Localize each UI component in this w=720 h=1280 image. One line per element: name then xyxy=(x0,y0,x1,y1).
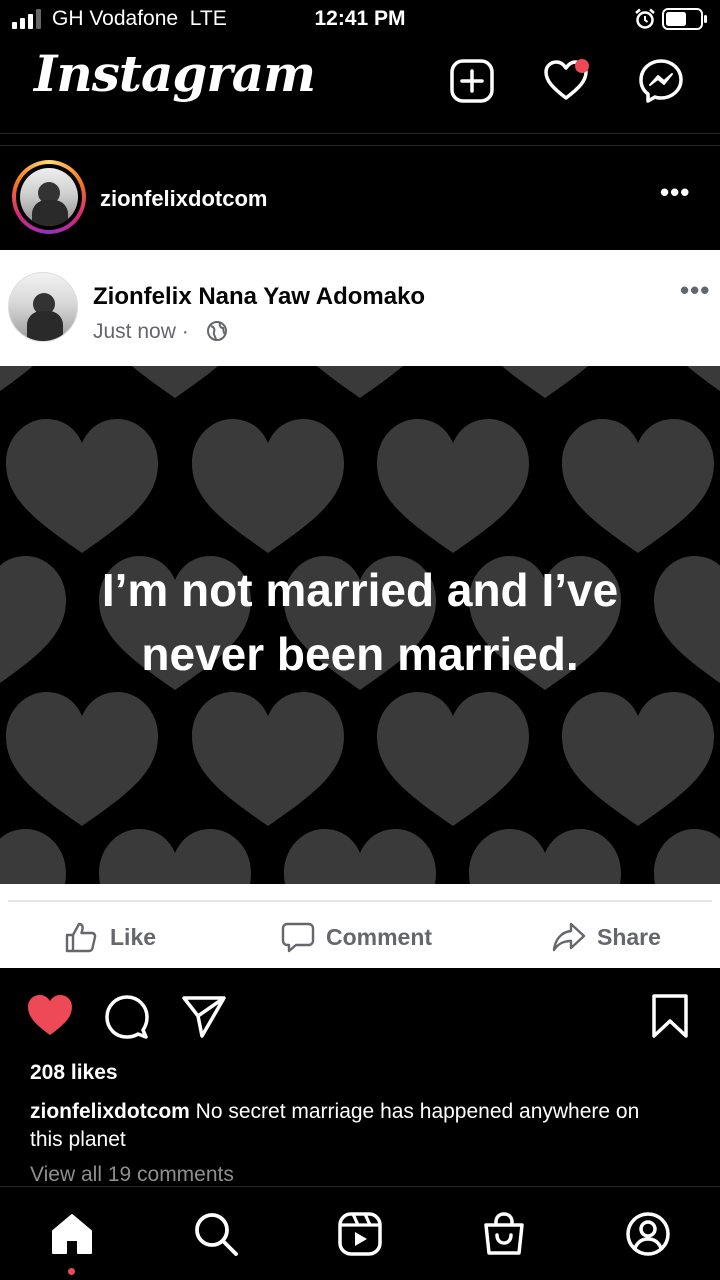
fb-timestamp: Just now · xyxy=(93,320,189,343)
messenger-icon[interactable] xyxy=(638,58,684,104)
instagram-logo[interactable]: Instagram xyxy=(34,44,316,103)
clock: 12:41 PM xyxy=(314,7,406,30)
comment-icon[interactable] xyxy=(103,992,151,1040)
fb-author-name: Zionfelix Nana Yaw Adomako xyxy=(93,283,426,310)
post-username[interactable]: zionfelixdotcom xyxy=(100,186,267,212)
bookmark-icon[interactable] xyxy=(646,992,694,1040)
bottom-navigation xyxy=(0,1186,720,1280)
thumbs-up-icon xyxy=(65,922,97,953)
reels-icon[interactable] xyxy=(337,1211,383,1257)
fb-like-button: Like xyxy=(64,918,174,958)
alarm-icon xyxy=(635,8,655,29)
post-actions xyxy=(0,990,720,1044)
fb-more-button: ••• xyxy=(680,275,711,305)
heart-icon[interactable] xyxy=(543,58,589,104)
more-options-button[interactable]: ••• xyxy=(660,179,690,205)
fb-avatar xyxy=(8,272,78,342)
new-post-icon[interactable] xyxy=(449,58,495,104)
status-bar: GH Vodafone LTE 12:41 PM xyxy=(0,0,720,40)
caption: zionfelixdotcom No secret marriage has h… xyxy=(30,1098,670,1154)
caption-username[interactable]: zionfelixdotcom xyxy=(30,1100,190,1123)
send-icon[interactable] xyxy=(180,992,228,1040)
battery-icon xyxy=(662,8,707,30)
home-active-dot xyxy=(68,1268,75,1275)
likes-count[interactable]: 208 likes xyxy=(30,1061,118,1085)
story-ring[interactable] xyxy=(12,160,86,234)
shared-facebook-post: Zionfelix Nana Yaw Adomako Just now · ••… xyxy=(0,250,720,968)
comment-icon xyxy=(281,922,315,953)
home-icon[interactable] xyxy=(49,1211,95,1257)
post-header: zionfelixdotcom ••• xyxy=(0,145,720,248)
share-icon xyxy=(552,922,586,952)
fb-share-button: Share xyxy=(552,918,682,958)
divider xyxy=(8,900,712,902)
profile-icon[interactable] xyxy=(625,1211,671,1257)
fb-post-image: I’m not married and I’ve never been marr… xyxy=(0,366,720,884)
liked-heart-icon[interactable] xyxy=(26,992,74,1040)
view-comments-link[interactable]: View all 19 comments xyxy=(30,1163,234,1187)
search-icon[interactable] xyxy=(193,1211,239,1257)
fb-comment-button: Comment xyxy=(281,918,451,958)
instagram-header: Instagram xyxy=(0,40,720,134)
notification-dot xyxy=(575,59,589,73)
quote-text: I’m not married and I’ve never been marr… xyxy=(101,564,619,680)
globe-icon xyxy=(207,321,227,341)
shop-icon[interactable] xyxy=(481,1211,527,1257)
avatar xyxy=(20,168,78,226)
